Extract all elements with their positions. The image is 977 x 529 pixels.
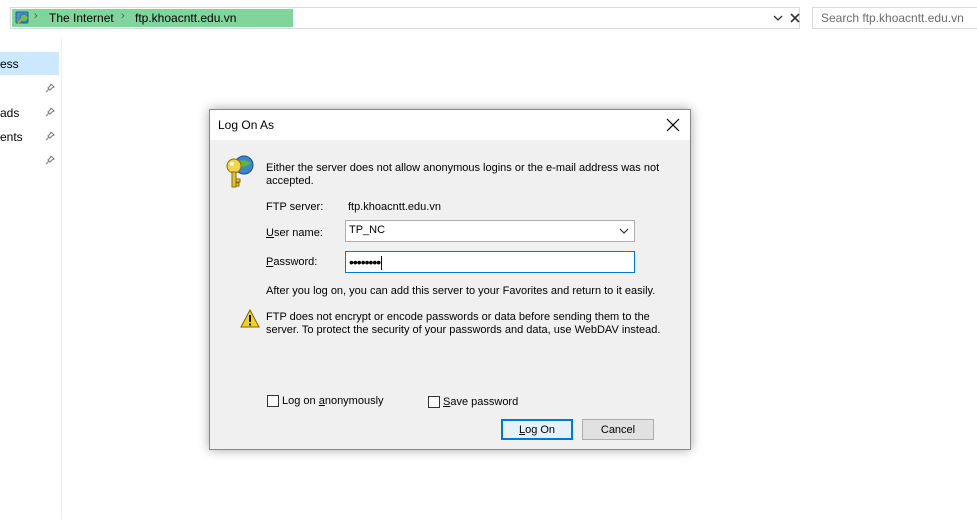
breadcrumb-the-internet[interactable]: The Internet	[49, 11, 114, 25]
close-icon	[666, 118, 680, 132]
dialog-title: Log On As	[218, 118, 275, 132]
search-placeholder: Search ftp.khoacntt.edu.vn	[821, 11, 964, 25]
key-globe-icon	[226, 155, 254, 188]
internet-globe-icon	[15, 11, 29, 24]
cancel-button[interactable]: Cancel	[582, 419, 654, 440]
info-text: After you log on, you can add this serve…	[266, 285, 656, 297]
dialog-close-button[interactable]	[660, 112, 686, 138]
password-label-rest: assword:	[273, 256, 318, 268]
username-label-rest: ser name:	[273, 227, 323, 239]
username-accesskey: U	[266, 227, 274, 239]
pin-icon	[45, 107, 55, 117]
anon-label-pre: Log on	[282, 395, 319, 407]
dialog-message-line1: Either the server does not allow anonymo…	[266, 162, 660, 174]
pin-icon	[45, 131, 55, 141]
breadcrumb-separator-icon: ›	[121, 10, 125, 22]
save-password-label[interactable]: Save password	[443, 396, 518, 409]
logon-label-post: og On	[525, 423, 556, 436]
search-input[interactable]: Search ftp.khoacntt.edu.vn	[812, 7, 977, 29]
username-value: TP_NC	[349, 224, 386, 236]
log-on-as-dialog: Log On As Either the server does not all…	[209, 109, 691, 450]
log-on-anonymously-checkbox[interactable]	[267, 395, 279, 407]
log-on-anonymously-label[interactable]: Log on anonymously	[282, 395, 384, 408]
nav-item-label[interactable]: ess	[0, 57, 19, 71]
log-on-button[interactable]: Log On	[501, 419, 573, 440]
dialog-message-line2: accepted.	[266, 175, 314, 187]
ftp-server-value: ftp.khoacntt.edu.vn	[348, 201, 441, 213]
nav-item-label[interactable]: ents	[0, 130, 23, 144]
chevron-down-icon[interactable]	[618, 225, 630, 237]
nav-pane-divider	[61, 38, 62, 518]
ftp-server-label: FTP server:	[266, 201, 324, 213]
anon-label-post: nonymously	[324, 395, 384, 407]
breadcrumb-separator-icon: ›	[34, 10, 38, 22]
chevron-down-icon[interactable]	[771, 10, 785, 26]
breadcrumb-ftp-server[interactable]: ftp.khoacntt.edu.vn	[135, 11, 236, 25]
text-caret	[381, 256, 383, 271]
pin-icon	[45, 155, 55, 165]
password-dots: ••••••••	[349, 254, 381, 270]
close-icon[interactable]	[789, 11, 801, 25]
save-password-checkbox[interactable]	[428, 396, 440, 408]
warning-icon	[240, 309, 260, 328]
warning-text-line1: FTP does not encrypt or encode passwords…	[266, 311, 650, 323]
address-bar[interactable]: › The Internet › ftp.khoacntt.edu.vn	[10, 7, 800, 29]
password-field[interactable]: ••••••••	[345, 251, 635, 273]
password-label: Password:	[266, 256, 317, 269]
username-label: User name:	[266, 227, 323, 240]
password-mask: ••••••••	[349, 254, 383, 271]
warning-text-line2: server. To protect the security of your …	[266, 324, 661, 336]
pin-icon	[45, 83, 55, 93]
save-label-post: ave password	[450, 396, 519, 408]
username-combobox[interactable]: TP_NC	[345, 220, 635, 242]
nav-item-label[interactable]: ads	[0, 106, 19, 120]
dialog-titlebar[interactable]: Log On As	[210, 110, 690, 140]
